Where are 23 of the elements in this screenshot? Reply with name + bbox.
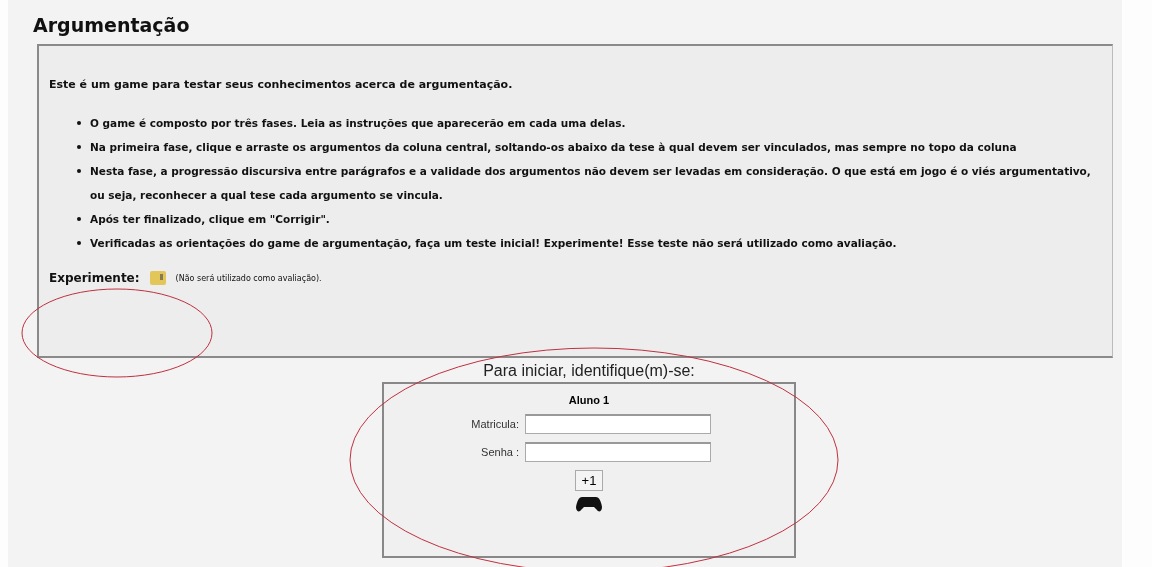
login-heading: Para iniciar, identifique(m)-se: — [483, 362, 695, 380]
instruction-text: Verificadas as orientações do game de argumentação, faça um teste inicial! Experimente! Esse teste não será utilizado como avaliação. — [90, 236, 897, 251]
question-block-icon[interactable] — [149, 271, 166, 285]
intro-text: Este é um game para testar seus conhecimentos acerca de argumentação. — [49, 78, 514, 91]
instruction-text: Nesta fase, a progressão discursiva entre parágrafos e a validade dos argumentos não devem ser levadas em consideração. O que está em jogo é o viés argumentativo, ou seja, reconhecer a qual tese cada argumento se vincula. — [90, 164, 1092, 203]
bullet-icon — [77, 169, 81, 173]
bullet-icon — [77, 145, 81, 149]
bullet-icon — [77, 217, 81, 221]
page-title: Argumentação — [33, 14, 191, 36]
try-note: (Não será utilizado como avaliação). — [175, 273, 322, 283]
instruction-text: Na primeira fase, clique e arraste os argumentos da coluna central, soltando-os abaixo da tese à qual devem ser vinculados, mas sempre no topo da coluna — [90, 140, 1017, 155]
field-label: Senha : — [480, 446, 519, 458]
field-label: Matricula: — [470, 418, 519, 430]
input-field[interactable] — [525, 414, 711, 434]
add-button[interactable]: +1 — [574, 470, 604, 491]
input-field[interactable] — [525, 442, 711, 462]
student-label: Aluno 1 — [568, 394, 610, 406]
try-label: Experimente: — [49, 271, 140, 285]
instruction-text: O game é composto por três fases. Leia as instruções que aparecerão em cada uma delas. — [90, 116, 626, 131]
bullet-icon — [77, 241, 81, 245]
bullet-icon — [77, 121, 81, 125]
gamepad-icon[interactable] — [576, 495, 602, 513]
instruction-text: Após ter finalizado, clique em "Corrigir". — [90, 212, 330, 227]
